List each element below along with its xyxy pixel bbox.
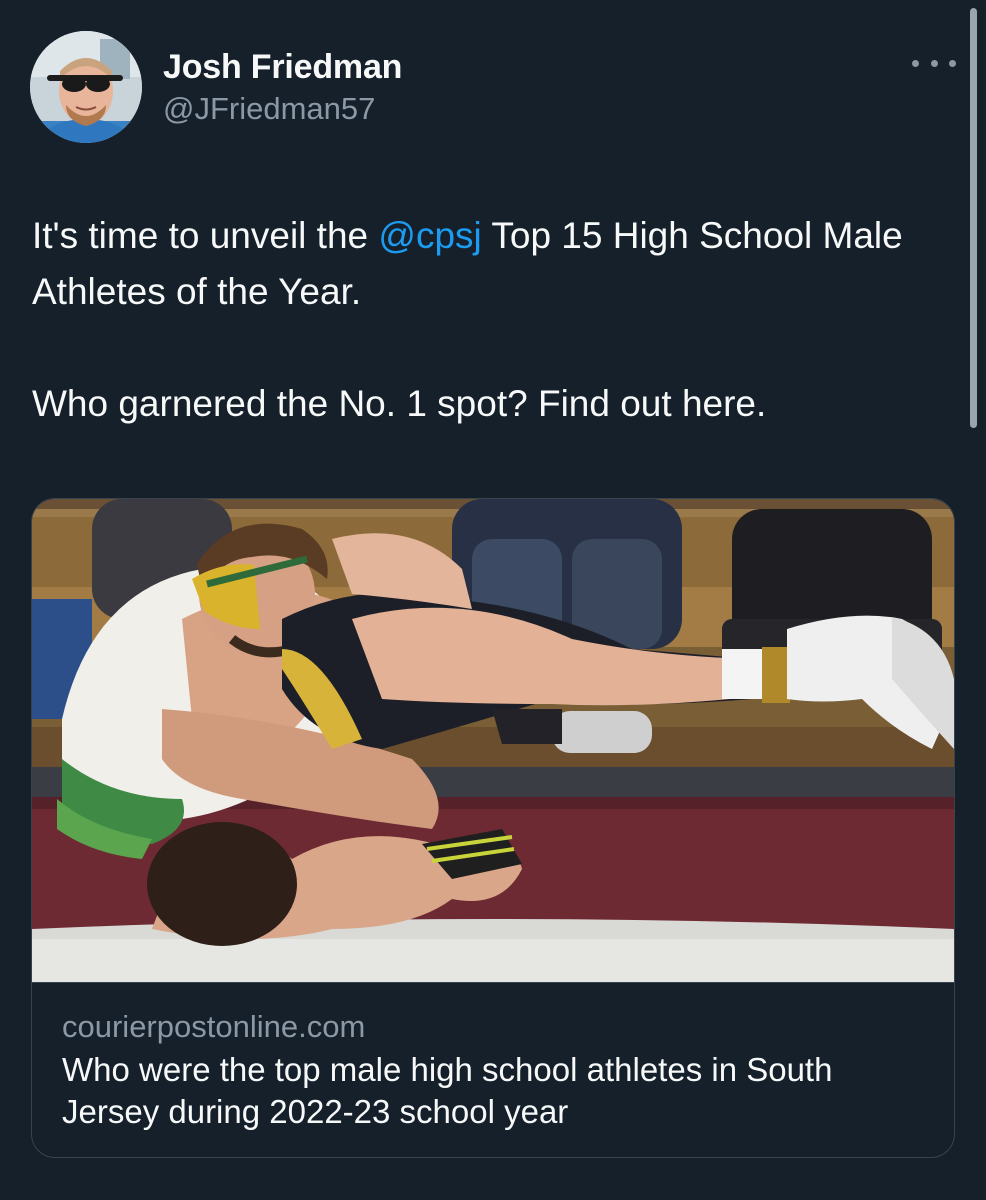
tweet-page: Josh Friedman @JFriedman57 It's time to … bbox=[0, 0, 986, 1200]
card-domain: courierpostonline.com bbox=[62, 1009, 366, 1044]
tweet-text-prefix: It's time to unveil the bbox=[32, 215, 379, 256]
author-names: Josh Friedman @JFriedman57 bbox=[163, 47, 402, 129]
avatar-photo bbox=[30, 31, 142, 143]
avatar[interactable] bbox=[30, 31, 142, 143]
ellipsis-icon[interactable] bbox=[912, 51, 956, 75]
author-display-name[interactable]: Josh Friedman bbox=[163, 47, 402, 87]
tweet-paragraph-1: It's time to unveil the @cpsj Top 15 Hig… bbox=[32, 208, 962, 320]
wrestling-match-photo bbox=[32, 499, 954, 982]
mention-link[interactable]: @cpsj bbox=[378, 215, 481, 256]
ellipsis-dot bbox=[912, 59, 919, 67]
card-meta: courierpostonline.com Who were the top m… bbox=[62, 1007, 922, 1133]
card-title[interactable]: Who were the top male high school athlet… bbox=[62, 1049, 922, 1133]
scrollbar[interactable] bbox=[970, 8, 977, 428]
card-image[interactable] bbox=[32, 499, 954, 983]
link-card[interactable]: courierpostonline.com Who were the top m… bbox=[31, 498, 955, 1158]
tweet-paragraph-2: Who garnered the No. 1 spot? Find out he… bbox=[32, 383, 767, 424]
tweet-text: It's time to unveil the @cpsj Top 15 Hig… bbox=[32, 208, 962, 432]
tweet-header: Josh Friedman @JFriedman57 bbox=[30, 31, 956, 143]
ellipsis-dot bbox=[930, 59, 938, 67]
author-handle[interactable]: @JFriedman57 bbox=[163, 89, 402, 129]
ellipsis-dot bbox=[949, 59, 956, 67]
